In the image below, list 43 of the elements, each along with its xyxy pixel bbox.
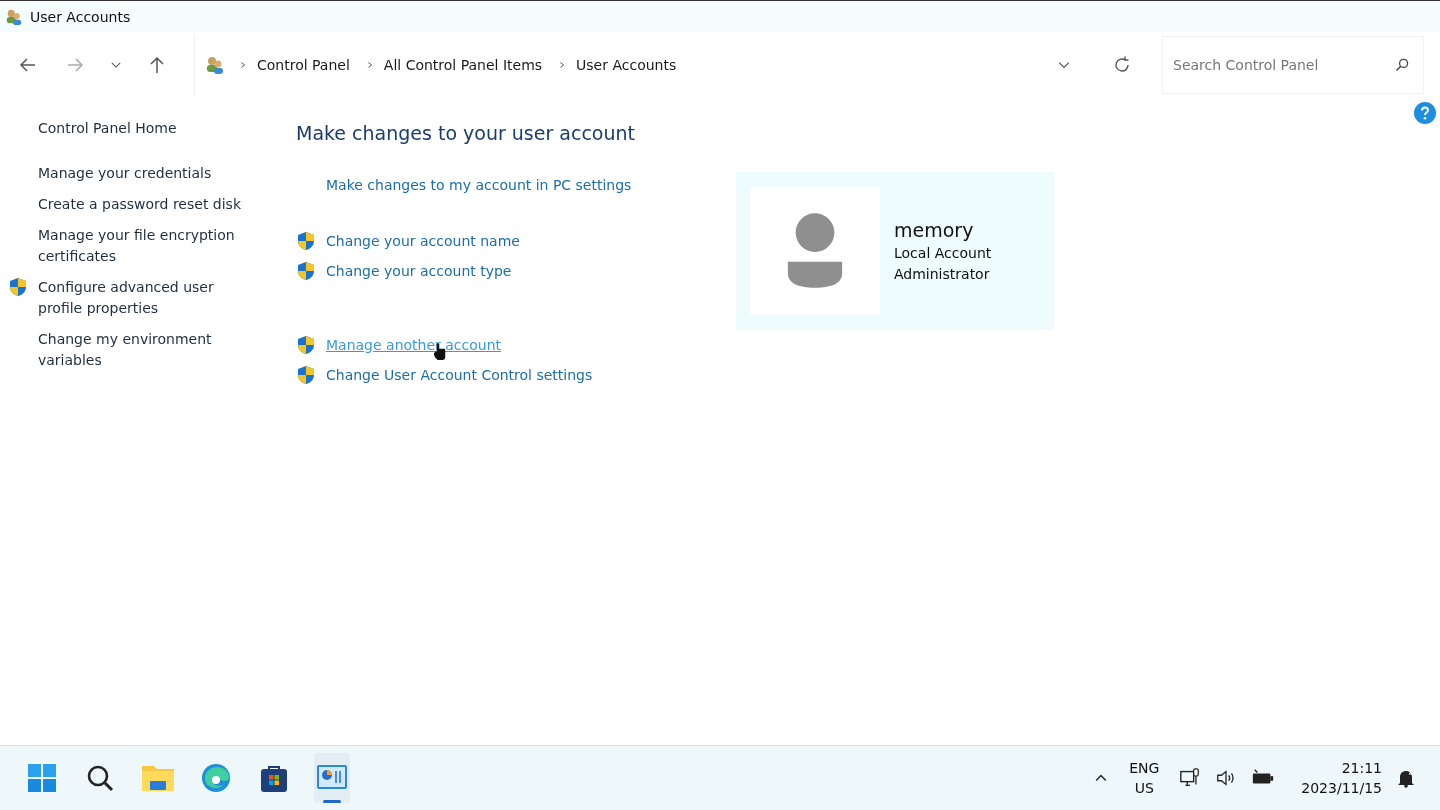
breadcrumb-item[interactable]: Control Panel <box>257 57 350 73</box>
account-type: Local Account <box>894 244 992 263</box>
page-heading: Make changes to your user account <box>296 122 636 144</box>
breadcrumb-item[interactable]: User Accounts <box>576 57 677 73</box>
shield-icon <box>296 365 316 385</box>
shield-icon <box>8 277 28 297</box>
window-title: User Accounts <box>30 8 131 25</box>
account-role: Administrator <box>894 265 991 284</box>
windows-logo-icon <box>27 763 57 793</box>
refresh-icon[interactable] <box>1112 55 1132 75</box>
shield-icon <box>296 231 316 251</box>
network-icon[interactable] <box>1179 767 1202 789</box>
search-icon <box>1394 57 1410 73</box>
task-link[interactable]: Change User Account Control settings <box>326 367 593 383</box>
bell-icon[interactable] <box>1396 768 1416 788</box>
users-icon <box>205 55 225 75</box>
account-name: memory <box>894 218 975 243</box>
sidebar-link[interactable]: Create a password reset disk <box>38 194 248 215</box>
task-link[interactable]: Make changes to my account in PC settings <box>326 177 632 193</box>
sidebar-link[interactable]: Manage your file encryption certificates <box>38 225 248 267</box>
help-icon[interactable] <box>1414 102 1436 124</box>
chevron-right-icon <box>239 60 247 70</box>
store-bag-icon <box>259 763 289 793</box>
breadcrumb-item[interactable]: All Control Panel Items <box>383 57 543 73</box>
users-icon <box>4 7 24 26</box>
language-indicator[interactable]: US <box>1134 778 1154 798</box>
sidebar-link[interactable]: Control Panel Home <box>38 118 248 139</box>
folder-icon <box>141 763 175 793</box>
browser-icon <box>201 763 231 793</box>
search-icon <box>85 763 115 793</box>
chevron-right-icon <box>558 60 567 70</box>
search-field[interactable]: Search Control Panel <box>1162 36 1424 94</box>
task-link[interactable]: Change your account type <box>326 263 512 279</box>
sidebar-link[interactable]: Change my environment variables <box>38 329 248 371</box>
chevron-right-icon <box>365 60 374 70</box>
shield-icon <box>296 261 316 281</box>
clock-date[interactable]: 2023/11/15 <box>1301 778 1382 798</box>
sidebar-link[interactable]: Configure advanced user profile properties <box>38 277 248 319</box>
clock-time[interactable]: 21:11 <box>1341 758 1382 778</box>
task-link[interactable]: Change your account name <box>326 233 520 249</box>
language-indicator[interactable]: ENG <box>1129 758 1160 778</box>
sidebar-link[interactable]: Manage your credentials <box>38 163 248 184</box>
shield-icon <box>296 335 316 355</box>
